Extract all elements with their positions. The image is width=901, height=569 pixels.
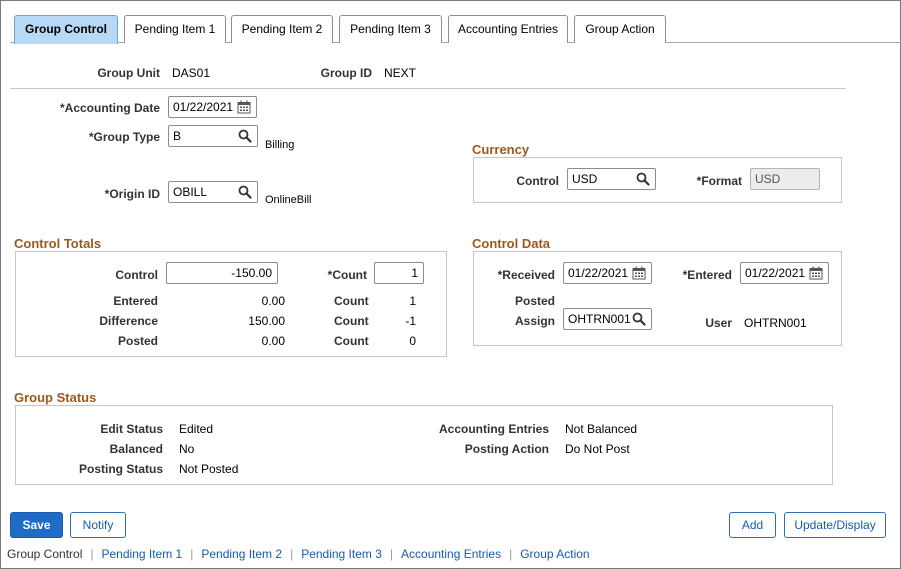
group-unit-value: DAS01: [172, 66, 211, 80]
posting-action-value: Do Not Post: [565, 442, 630, 456]
assign-input[interactable]: OHTRN001: [563, 308, 652, 330]
posting-status-label: Posting Status: [78, 462, 163, 476]
footer-separator: |: [190, 547, 194, 561]
group-type-value: B: [173, 129, 182, 143]
currency-section-title: Currency: [472, 142, 530, 157]
footer-link-pending-item-1[interactable]: Pending Item 1: [102, 547, 183, 561]
group-id-value: NEXT: [384, 66, 417, 80]
tab-group-action[interactable]: Group Action: [574, 15, 666, 43]
currency-control-label: Control: [516, 174, 559, 188]
received-date-input[interactable]: 01/22/2021: [563, 262, 652, 284]
footer-link-pending-item-2[interactable]: Pending Item 2: [201, 547, 282, 561]
difference-amount: 150.00: [248, 314, 285, 328]
footer-separator: |: [90, 547, 94, 561]
origin-id-input[interactable]: OBILL: [168, 181, 258, 203]
control-count-label: *Count: [327, 268, 367, 282]
user-label: User: [705, 316, 732, 330]
accounting-entries-label: Accounting Entries: [438, 422, 549, 436]
origin-id-label: *Origin ID: [104, 187, 160, 201]
accounting-date-label: *Accounting Date: [59, 101, 160, 115]
entered-date-input[interactable]: 01/22/2021: [740, 262, 829, 284]
add-button[interactable]: Add: [729, 512, 776, 538]
assign-value: OHTRN001: [568, 312, 631, 326]
footer-separator: |: [509, 547, 513, 561]
accounting-date-value: 01/22/2021: [173, 100, 234, 114]
group-type-input[interactable]: B: [168, 125, 258, 147]
balanced-value: No: [179, 442, 195, 456]
control-count-input[interactable]: 1: [374, 262, 424, 284]
posted-count-label: Count: [334, 334, 369, 348]
calendar-icon[interactable]: [237, 100, 251, 114]
posting-action-label: Posting Action: [464, 442, 549, 456]
posting-status-value: Not Posted: [179, 462, 239, 476]
currency-control-input[interactable]: USD: [567, 168, 656, 190]
control-data-posted-label: Posted: [514, 294, 555, 308]
tab-group-control[interactable]: Group Control: [14, 15, 118, 44]
group-type-description: Billing: [265, 139, 295, 151]
calendar-icon[interactable]: [809, 266, 823, 280]
header-divider: [10, 88, 846, 89]
accounting-date-input[interactable]: 01/22/2021: [168, 96, 257, 118]
edit-status-value: Edited: [179, 422, 214, 436]
entered-date-value: 01/22/2021: [745, 266, 806, 280]
entered-amount: 0.00: [261, 294, 285, 308]
search-icon[interactable]: [238, 185, 252, 199]
footer-separator: |: [389, 547, 394, 561]
difference-count-label: Count: [334, 314, 369, 328]
entered-date-label: *Entered: [682, 268, 732, 282]
assign-label: Assign: [514, 314, 555, 328]
footer-separator: |: [290, 547, 294, 561]
group-type-label: *Group Type: [88, 130, 160, 144]
footer-current-page: Group Control: [7, 547, 83, 561]
origin-id-value: OBILL: [173, 185, 208, 199]
tab-pending-item-3[interactable]: Pending Item 3: [339, 15, 442, 43]
currency-format-input: USD: [750, 168, 820, 190]
search-icon[interactable]: [632, 312, 646, 326]
received-date-value: 01/22/2021: [568, 266, 629, 280]
footer-link-pending-item-3[interactable]: Pending Item 3: [301, 547, 382, 561]
received-label: *Received: [497, 268, 555, 282]
entered-count-label: Count: [334, 294, 369, 308]
update-display-button[interactable]: Update/Display: [784, 512, 886, 538]
accounting-entries-value: Not Balanced: [565, 422, 638, 436]
control-amount-label: Control: [115, 268, 158, 282]
footer-link-accounting-entries[interactable]: Accounting Entries: [401, 547, 501, 561]
currency-format-label: *Format: [696, 174, 742, 188]
balanced-label: Balanced: [109, 442, 163, 456]
save-button[interactable]: Save: [10, 512, 63, 538]
footer-link-group-action[interactable]: Group Action: [520, 547, 589, 561]
group-unit-label: Group Unit: [97, 66, 160, 80]
footer-page-links: Group Control | Pending Item 1 | Pending Ite…: [7, 547, 590, 561]
entered-label: Entered: [113, 294, 158, 308]
currency-format-value: USD: [755, 172, 781, 186]
posted-count: 0: [409, 334, 416, 348]
entered-count: 1: [409, 294, 416, 308]
tab-pending-item-1[interactable]: Pending Item 1: [124, 15, 226, 43]
posted-amount: 0.00: [261, 334, 285, 348]
currency-control-value: USD: [572, 172, 598, 186]
control-data-section-title: Control Data: [472, 236, 550, 251]
group-status-section-title: Group Status: [14, 390, 97, 405]
control-totals-section-title: Control Totals: [14, 236, 102, 251]
group-id-label: Group ID: [320, 66, 372, 80]
search-icon[interactable]: [238, 129, 252, 143]
search-icon[interactable]: [636, 172, 650, 186]
posted-label: Posted: [117, 334, 158, 348]
tab-pending-item-2[interactable]: Pending Item 2: [231, 15, 333, 43]
edit-status-label: Edit Status: [100, 422, 163, 436]
calendar-icon[interactable]: [632, 266, 646, 280]
user-value: OHTRN001: [744, 316, 807, 330]
control-count-value: 1: [411, 266, 418, 280]
control-amount-input[interactable]: -150.00: [166, 262, 278, 284]
origin-id-description: OnlineBill: [265, 194, 312, 206]
control-amount-value: -150.00: [231, 266, 272, 280]
difference-label: Difference: [99, 314, 158, 328]
difference-count: -1: [405, 314, 416, 328]
notify-button[interactable]: Notify: [70, 512, 126, 538]
tab-accounting-entries[interactable]: Accounting Entries: [448, 15, 568, 43]
